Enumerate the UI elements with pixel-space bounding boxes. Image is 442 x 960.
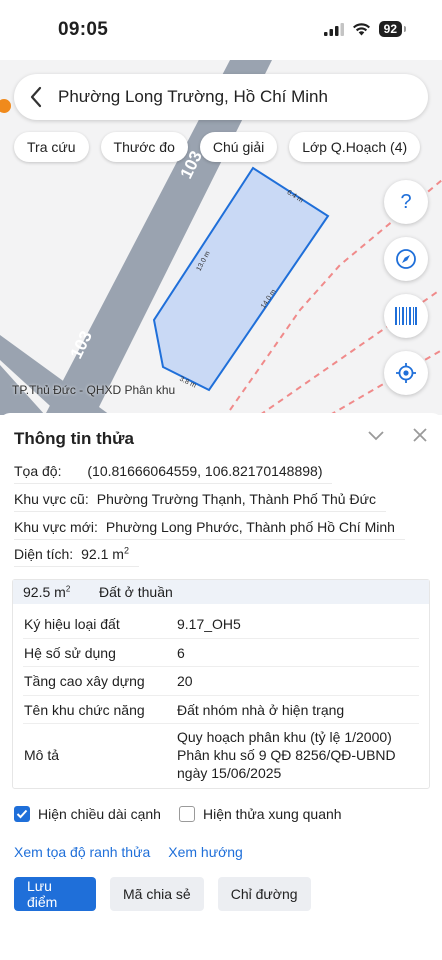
coords-label: Tọa độ: (14, 463, 62, 479)
map-tool-chips: Tra cứu Thước đo Chú giải Lớp Q.Hoạch (4… (14, 132, 421, 162)
old-area-label: Khu vực cũ: (14, 491, 89, 507)
svg-text:?: ? (400, 192, 411, 212)
zoning-detail-table: 92.5 m2 Đất ở thuần Ký hiệu loại đất 9.1… (12, 579, 430, 789)
table-row: Tầng cao xây dựng 20 (23, 667, 419, 696)
save-point-button[interactable]: Lưu điểm (14, 877, 96, 911)
table-row: Hệ số sử dụng 6 (23, 639, 419, 667)
table-row: Tên khu chức năng Đất nhóm nhà ở hiện tr… (23, 696, 419, 724)
chip-lookup[interactable]: Tra cứu (14, 132, 89, 162)
location-title[interactable]: Phường Long Trường, Hồ Chí Minh (58, 87, 328, 107)
show-neighbor-parcels-label[interactable]: Hiện thửa xung quanh (203, 806, 342, 822)
old-area-row: Khu vực cũ: Phường Trường Thạnh, Thành Ph… (14, 491, 386, 512)
size-row: Diện tích: 92.1 m2 (14, 545, 139, 567)
cellular-signal-icon (323, 22, 344, 36)
parcel-links: Xem tọa độ ranh thửa Xem hướng (14, 844, 243, 860)
share-code-button[interactable]: Mã chia sẻ (110, 877, 204, 911)
map-controls: ? (384, 180, 428, 408)
coords-value: (10.81666064559, 106.82170148898) (87, 463, 323, 479)
status-icons: 92 (323, 21, 407, 37)
action-buttons: Lưu điểm Mã chia sẻ Chỉ đường (14, 877, 311, 911)
checkbox-unchecked-icon[interactable] (178, 806, 195, 822)
compass-icon (396, 249, 416, 269)
crosshair-icon (396, 363, 416, 383)
poi-marker-icon[interactable] (0, 99, 11, 113)
new-area-row: Khu vực mới: Phường Long Phước, Thành phố… (14, 519, 405, 540)
my-location-button[interactable] (384, 351, 428, 395)
compass-button[interactable] (384, 237, 428, 281)
chip-planning-layers[interactable]: Lớp Q.Hoạch (4) (289, 132, 421, 162)
display-options: Hiện chiều dài cạnh Hiện thửa xung quanh (14, 806, 360, 822)
zoning-area: 92.5 m2 (23, 584, 71, 600)
show-neighbor-parcels-checkbox[interactable]: Hiện thửa xung quanh (178, 806, 342, 822)
zoning-summary: 92.5 m2 Đất ở thuần (13, 580, 429, 604)
size-label: Diện tích: (14, 545, 74, 562)
coords-row: Tọa độ: (10.81666064559, 106.82170148898… (14, 463, 333, 484)
barcode-icon (395, 307, 417, 325)
show-edge-length-checkbox[interactable]: Hiện chiều dài cạnh (14, 806, 161, 822)
zoning-rows: Ký hiệu loại đất 9.17_OH5 Hệ số sử dụng … (13, 610, 429, 786)
new-area-value: Phường Long Phước, Thành phố Hồ Chí Minh (105, 519, 395, 535)
status-bar: 09:05 92 (0, 0, 442, 60)
status-time: 09:05 (58, 19, 109, 40)
close-icon[interactable] (411, 426, 429, 444)
size-value: 92.1 m2 (81, 545, 129, 562)
location-search-bar[interactable]: Phường Long Trường, Hồ Chí Minh (14, 74, 428, 120)
map-layer-caption: TP.Thủ Đức - QHXD Phân khu (12, 383, 176, 397)
new-area-label: Khu vực mới: (14, 519, 98, 535)
view-orientation-link[interactable]: Xem hướng (168, 844, 243, 860)
panel-title: Thông tin thửa (14, 429, 134, 448)
table-row: Mô tả Quy hoạch phân khu (tỷ lệ 1/2000) … (24, 729, 396, 781)
back-arrow-icon[interactable] (14, 74, 58, 120)
show-edge-length-label[interactable]: Hiện chiều dài cạnh (38, 806, 161, 822)
question-mark-icon: ? (400, 192, 411, 212)
directions-button[interactable]: Chỉ đường (217, 877, 311, 911)
old-area-value: Phường Trường Thạnh, Thành Phố Thủ Đức (96, 491, 376, 507)
parcel-info-panel: Thông tin thửa Tọa độ: (10.81666064559, … (0, 413, 442, 960)
chevron-down-icon[interactable] (366, 427, 386, 443)
wifi-icon (352, 23, 370, 36)
view-boundary-coords-link[interactable]: Xem tọa độ ranh thửa (14, 844, 150, 860)
table-row: Ký hiệu loại đất 9.17_OH5 (23, 610, 419, 639)
battery-icon: 92 (378, 21, 407, 37)
chip-measure[interactable]: Thước đo (100, 132, 188, 162)
help-button[interactable]: ? (384, 180, 428, 224)
zoning-land-type: Đất ở thuần (99, 584, 173, 600)
barcode-scan-button[interactable] (384, 294, 428, 338)
chip-legend[interactable]: Chú giải (199, 132, 278, 162)
checkbox-checked-icon[interactable] (14, 806, 30, 822)
